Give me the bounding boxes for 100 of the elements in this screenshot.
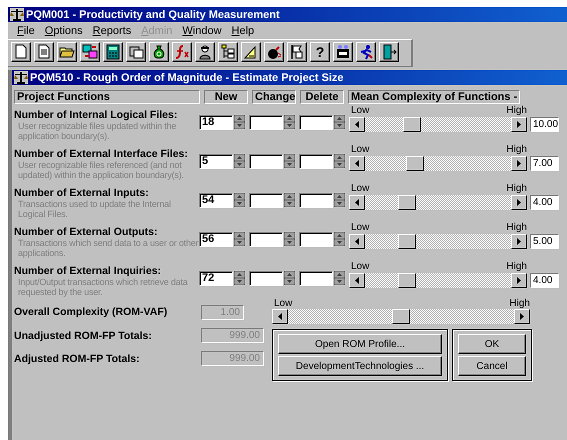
number-field[interactable] [299,154,333,169]
number-field[interactable] [249,154,283,169]
field-label: Adjusted ROM-FP Totals: [14,352,141,364]
toolbar-button[interactable] [356,42,376,62]
slider-thumb[interactable] [403,117,422,132]
spinner-icon [284,193,295,207]
scale-label: High [506,106,527,116]
menu-item[interactable]: Window [177,24,227,36]
function-description: Transactions which send data to a user or other applications. [17,238,199,258]
number-field[interactable] [249,115,283,130]
menu-item[interactable]: File [12,24,40,36]
slider[interactable] [349,117,527,132]
number-field[interactable]: 18 [199,115,233,130]
scroll-right-button[interactable] [511,273,527,288]
profile-button[interactable]: DevelopmentTechnologies ... [278,356,442,376]
toolbar-button[interactable] [11,42,31,62]
window-title: PQM001 - Productivity and Quality Measurement [26,8,280,20]
value-field: 7.00 [530,156,559,171]
scale-label: Low [274,299,292,309]
spinner-icon [284,232,295,246]
money-bag-icon [151,44,167,60]
right-arrow-icon [517,238,521,245]
number-field[interactable]: 54 [199,193,233,208]
function-label: Number of External Outputs: [14,227,159,238]
toolbar-button[interactable] [103,42,123,62]
slider-thumb[interactable] [398,273,416,288]
bomb-icon [266,44,282,60]
scroll-left-button[interactable] [349,273,365,288]
slider[interactable] [272,309,530,324]
scroll-right-button[interactable] [511,117,527,132]
value-field: 999.00 [201,328,264,343]
person-icon [197,44,213,60]
scroll-right-button[interactable] [514,309,530,324]
exchange-icon [82,44,98,60]
menu-item[interactable]: Reports [88,24,136,36]
slider-thumb[interactable] [398,195,416,210]
toolbar-button[interactable] [80,42,100,62]
toolbar-button[interactable] [195,42,215,62]
calculator-icon [105,44,121,60]
ok-button[interactable]: OK [458,334,526,354]
toolbar-button[interactable] [333,42,353,62]
number-field[interactable]: 5 [199,154,233,169]
scale-label: High [506,223,527,233]
toolbar-button[interactable] [172,42,192,62]
menu-item[interactable]: Help [226,24,260,36]
scroll-right-button[interactable] [511,156,527,171]
left-arrow-icon [355,121,359,128]
number-field[interactable] [299,193,333,208]
scale-label: Low [351,145,370,155]
toolbar-button[interactable] [149,42,169,62]
slider-thumb[interactable] [406,156,424,171]
right-arrow-icon [517,121,521,128]
spinner-icon [234,154,245,168]
tree-icon [220,44,236,60]
spinner-icon [234,232,245,246]
toolbar-button[interactable] [264,42,284,62]
toolbar-button[interactable] [57,42,77,62]
scroll-left-button[interactable] [272,309,288,324]
slider-thumb[interactable] [398,234,416,249]
window-title: PQM510 - Rough Order of Magnitude - Estimate Project Size [30,72,344,84]
slider[interactable] [349,273,527,288]
toolbar-button[interactable] [126,42,146,62]
number-field[interactable] [299,232,333,247]
function-label: Number of External Inquiries: [14,266,162,277]
left-arrow-icon [355,277,359,284]
scroll-left-button[interactable] [349,156,365,171]
boxes-icon [128,44,144,60]
scroll-left-button[interactable] [349,234,365,249]
slider[interactable] [349,234,527,249]
column-header: New [204,90,248,104]
scroll-left-button[interactable] [349,117,365,132]
right-arrow-icon [517,277,521,284]
spinner-icon [284,154,295,168]
function-description: User recognizable files updated within the application boundary(s). [17,121,178,141]
toolbar-button[interactable] [241,42,261,62]
toolbar-button[interactable]: ? [310,42,330,62]
slider[interactable] [349,195,527,210]
toolbar-button[interactable] [287,42,307,62]
slider-thumb[interactable] [392,309,410,324]
toolbar-button[interactable] [34,42,54,62]
number-field[interactable] [299,115,333,130]
scroll-left-button[interactable] [349,195,365,210]
cancel-button[interactable]: Cancel [458,356,526,376]
left-arrow-icon [278,313,282,320]
number-field[interactable]: 56 [199,232,233,247]
menu-item[interactable]: Options [40,24,88,36]
profile-button[interactable]: Open ROM Profile... [278,334,442,354]
toolbar-button[interactable] [218,42,238,62]
scroll-right-button[interactable] [511,195,527,210]
value-field: 5.00 [530,234,559,249]
number-field[interactable] [299,271,333,286]
slider[interactable] [349,156,527,171]
number-field[interactable] [249,193,283,208]
scroll-right-button[interactable] [511,234,527,249]
number-field[interactable] [249,232,283,247]
toolbar-button[interactable] [379,42,399,62]
scale-label: Low [351,106,370,116]
number-field[interactable]: 72 [199,271,233,286]
field-label: Overall Complexity (ROM-VAF) [14,306,168,318]
number-field[interactable] [249,271,283,286]
